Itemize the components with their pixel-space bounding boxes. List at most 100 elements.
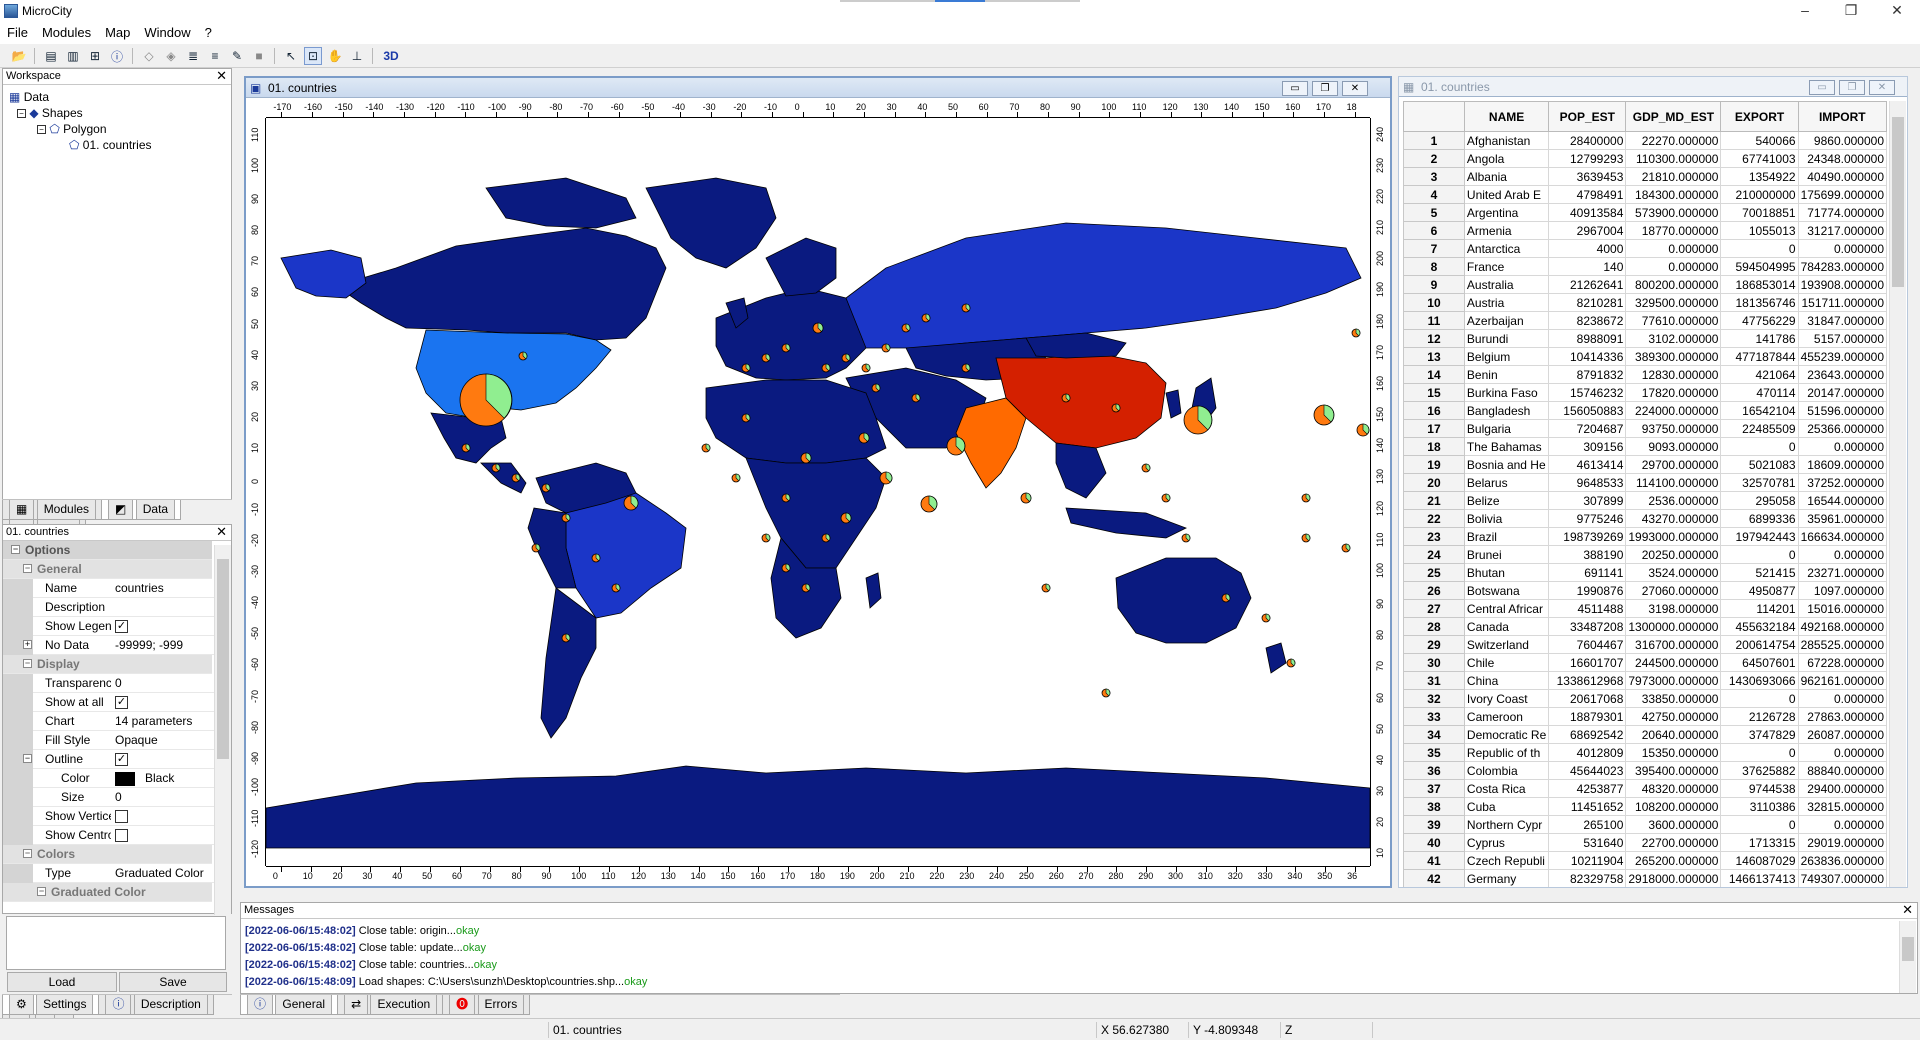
pie-chart-marker[interactable] bbox=[961, 363, 971, 373]
table-row[interactable]: 42 Germany 82329758 2918000.000000 146613741… bbox=[1403, 869, 1887, 887]
table-cell[interactable]: 33850.000000 bbox=[1625, 689, 1722, 708]
pie-chart-marker[interactable] bbox=[701, 443, 711, 453]
property-row[interactable]: No Data + -99999; -999 bbox=[3, 636, 231, 655]
delete-point-icon[interactable]: ◈ bbox=[162, 47, 180, 65]
pie-chart-marker[interactable] bbox=[561, 633, 571, 643]
property-row[interactable]: − Colors bbox=[3, 845, 212, 864]
table-cell[interactable]: 181356746 bbox=[1720, 293, 1799, 312]
table-row[interactable]: 5 Argentina 40913584 573900.000000 70018851 7… bbox=[1403, 203, 1887, 222]
pie-chart-marker[interactable] bbox=[1286, 658, 1296, 668]
tab-general[interactable]: ⓘ General bbox=[240, 995, 339, 1015]
table-cell[interactable]: Bhutan bbox=[1463, 563, 1550, 582]
table-cell[interactable]: 18770.000000 bbox=[1625, 221, 1722, 240]
table-row[interactable]: 29 Switzerland 7604467 316700.000000 2006147… bbox=[1403, 635, 1887, 654]
table-row[interactable]: 8 France 140 0.000000 594504995 784283.000000 bbox=[1403, 257, 1887, 276]
table-cell[interactable]: 71774.000000 bbox=[1797, 203, 1887, 222]
pie-chart-marker[interactable] bbox=[1356, 423, 1370, 437]
pie-chart-marker[interactable] bbox=[491, 463, 501, 473]
property-value[interactable]: Black bbox=[115, 769, 174, 788]
property-row[interactable]: Fill Style Opaque bbox=[3, 731, 231, 750]
table-cell[interactable]: 200614754 bbox=[1720, 635, 1799, 654]
row-index[interactable]: 14 bbox=[1403, 365, 1465, 384]
pie-chart-marker[interactable] bbox=[623, 495, 639, 511]
table-cell[interactable]: Costa Rica bbox=[1463, 779, 1550, 798]
table-cell[interactable]: 15016.000000 bbox=[1797, 599, 1887, 618]
table-cell[interactable]: 309156 bbox=[1548, 437, 1627, 456]
add-point-icon[interactable]: ◇ bbox=[140, 47, 158, 65]
property-row[interactable]: Transparency 0 bbox=[3, 674, 231, 693]
table-cell[interactable]: Angola bbox=[1463, 149, 1550, 168]
table-cell[interactable]: 193908.000000 bbox=[1797, 275, 1887, 294]
table-cell[interactable]: 186853014 bbox=[1720, 275, 1799, 294]
property-value[interactable]: ✓ bbox=[115, 750, 128, 769]
table-row[interactable]: 40 Cyprus 531640 22700.000000 1713315 29019.0… bbox=[1403, 833, 1887, 852]
table-cell[interactable]: 5021083 bbox=[1720, 455, 1799, 474]
pie-chart-marker[interactable] bbox=[1141, 463, 1151, 473]
row-index[interactable]: 18 bbox=[1403, 437, 1465, 456]
attribute-table[interactable]: NAME POP_EST GDP_MD_EST EXPORT IMPORT 1 Afgha… bbox=[1403, 101, 1887, 887]
table-row[interactable]: 9 Australia 21262641 800200.000000 186853014… bbox=[1403, 275, 1887, 294]
table-row[interactable]: 2 Angola 12799293 110300.000000 67741003 2434… bbox=[1403, 149, 1887, 168]
pie-chart-marker[interactable] bbox=[841, 353, 851, 363]
table-cell[interactable]: 40490.000000 bbox=[1797, 167, 1887, 186]
table-row[interactable]: 14 Benin 8791832 12830.000000 421064 23643.00… bbox=[1403, 365, 1887, 384]
property-row[interactable]: − Graduated Color bbox=[3, 883, 212, 902]
table-cell[interactable]: Canada bbox=[1463, 617, 1550, 636]
row-index[interactable]: 15 bbox=[1403, 383, 1465, 402]
table-cell[interactable]: 26087.000000 bbox=[1797, 725, 1887, 744]
table-cell[interactable]: 470114 bbox=[1720, 383, 1799, 402]
table-cell[interactable]: 9744538 bbox=[1720, 779, 1799, 798]
table-cell[interactable]: 2967004 bbox=[1548, 221, 1627, 240]
table-cell[interactable]: Botswana bbox=[1463, 581, 1550, 600]
table-cell[interactable]: Belarus bbox=[1463, 473, 1550, 492]
map-minimize-button[interactable]: ▭ bbox=[1282, 81, 1308, 96]
pie-chart-marker[interactable] bbox=[821, 363, 831, 373]
pie-chart-marker[interactable] bbox=[881, 343, 891, 353]
table-cell[interactable]: 4253877 bbox=[1548, 779, 1627, 798]
table-row[interactable]: 1 Afghanistan 28400000 22270.000000 540066 98… bbox=[1403, 131, 1887, 150]
table-row[interactable]: 32 Ivory Coast 20617068 33850.000000 0 0.0000… bbox=[1403, 689, 1887, 708]
pie-chart-marker[interactable] bbox=[1111, 403, 1121, 413]
table-cell[interactable]: Bangladesh bbox=[1463, 401, 1550, 420]
table-cell[interactable]: 573900.000000 bbox=[1625, 203, 1722, 222]
table-cell[interactable]: 2536.000000 bbox=[1625, 491, 1722, 510]
tab-data[interactable]: ◩ Data bbox=[101, 500, 182, 520]
table-cell[interactable]: 0.000000 bbox=[1625, 257, 1722, 276]
table-cell[interactable]: 47756229 bbox=[1720, 311, 1799, 330]
row-index[interactable]: 2 bbox=[1403, 149, 1465, 168]
table-cell[interactable]: 12830.000000 bbox=[1625, 365, 1722, 384]
pie-chart-marker[interactable] bbox=[1313, 404, 1335, 426]
pie-chart-marker[interactable] bbox=[761, 353, 771, 363]
table-cell[interactable]: 3600.000000 bbox=[1625, 815, 1722, 834]
property-checkbox[interactable]: ✓ bbox=[115, 753, 128, 767]
table-row[interactable]: 15 Burkina Faso 15746232 17820.000000 470114… bbox=[1403, 383, 1887, 402]
column-header[interactable]: EXPORT bbox=[1720, 101, 1799, 132]
table-row[interactable]: 35 Republic of th 4012809 15350.000000 0 0.00… bbox=[1403, 743, 1887, 762]
row-index[interactable]: 12 bbox=[1403, 329, 1465, 348]
table-cell[interactable]: 307899 bbox=[1548, 491, 1627, 510]
table-cell[interactable]: Armenia bbox=[1463, 221, 1550, 240]
property-row[interactable]: − Options bbox=[3, 541, 212, 560]
table-cell[interactable]: 316700.000000 bbox=[1625, 635, 1722, 654]
table-cell[interactable]: 18879301 bbox=[1548, 707, 1627, 726]
tree-node-data[interactable]: ▦ Data bbox=[9, 89, 49, 105]
table-row[interactable]: 27 Central Africar 4511488 3198.000000 11420… bbox=[1403, 599, 1887, 618]
table-cell[interactable]: 9775246 bbox=[1548, 509, 1627, 528]
table-cell[interactable]: 10211904 bbox=[1548, 851, 1627, 870]
pie-chart-marker[interactable] bbox=[511, 473, 521, 483]
table-cell[interactable]: 18609.000000 bbox=[1797, 455, 1887, 474]
pie-chart-marker[interactable] bbox=[1301, 533, 1311, 543]
table-cell[interactable]: 15350.000000 bbox=[1625, 743, 1722, 762]
menu-file[interactable]: File bbox=[0, 22, 35, 43]
table-cell[interactable]: 24348.000000 bbox=[1797, 149, 1887, 168]
table-cell[interactable]: 455239.000000 bbox=[1797, 347, 1887, 366]
table-cell[interactable]: 146087029 bbox=[1720, 851, 1799, 870]
table-cell[interactable]: 1338612968 bbox=[1548, 671, 1627, 690]
table-row[interactable]: 19 Bosnia and He 4613414 29700.000000 502108… bbox=[1403, 455, 1887, 474]
table-row[interactable]: 34 Democratic Re 68692542 20640.000000 37478… bbox=[1403, 725, 1887, 744]
property-row[interactable]: Name countries bbox=[3, 579, 231, 598]
pie-chart-marker[interactable] bbox=[459, 373, 513, 427]
pointer-icon[interactable]: ↖ bbox=[282, 47, 300, 65]
pie-chart-marker[interactable] bbox=[761, 533, 771, 543]
table-row[interactable]: 24 Brunei 388190 20250.000000 0 0.000000 bbox=[1403, 545, 1887, 564]
